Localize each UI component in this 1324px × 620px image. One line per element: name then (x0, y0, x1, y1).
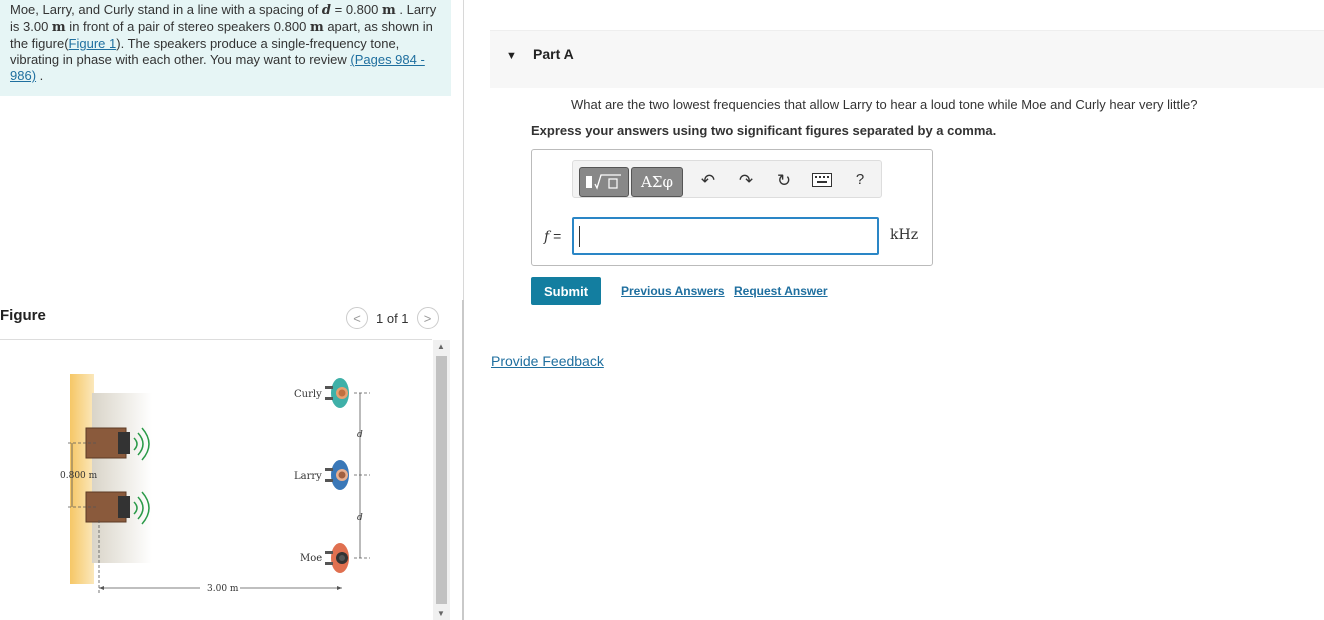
undo-icon[interactable]: ↶ (697, 171, 719, 191)
problem-text: in front of a pair of stereo speakers 0.… (65, 19, 310, 34)
divider (0, 339, 432, 340)
question-text: What are the two lowest frequencies that… (571, 97, 1198, 112)
next-figure-button[interactable]: > (416, 307, 439, 329)
var-d: d (321, 3, 332, 18)
moe-figure (325, 543, 349, 573)
figure-pager: < 1 of 1 > (346, 307, 439, 329)
help-icon[interactable]: ? (849, 171, 871, 188)
answer-variable-label: f = (544, 228, 561, 245)
chevron-left-icon: < (353, 310, 361, 326)
curly-figure (325, 378, 349, 408)
collapse-triangle-icon[interactable]: ▼ (506, 50, 517, 62)
reset-icon[interactable]: ↻ (773, 171, 795, 191)
larry-label: Larry (294, 471, 322, 482)
scroll-down-icon[interactable]: ▼ (437, 609, 445, 618)
greek-symbols-button[interactable]: ΑΣφ (631, 167, 683, 197)
keyboard-icon[interactable] (811, 172, 833, 192)
equals-sign: = (553, 228, 562, 244)
math-templates-button[interactable] (579, 167, 629, 197)
d-label-top: d (357, 430, 363, 440)
curly-label: Curly (294, 389, 322, 400)
figure-link[interactable]: Figure 1 (69, 36, 117, 51)
floor (92, 393, 152, 563)
variable-f: f (544, 229, 550, 245)
unit-m: m (51, 20, 66, 35)
figure-page-count: 1 of 1 (376, 310, 409, 326)
unit-m: m (309, 20, 324, 35)
scroll-thumb[interactable] (436, 356, 447, 604)
submit-button[interactable]: Submit (531, 277, 601, 305)
math-toolbar: ΑΣφ ↶ ↷ ↻ ? (572, 160, 882, 198)
provide-feedback-link[interactable]: Provide Feedback (491, 353, 604, 369)
problem-statement: Moe, Larry, and Curly stand in a line wi… (0, 0, 451, 96)
chevron-right-icon: > (423, 310, 432, 326)
previous-answers-link[interactable]: Previous Answers (621, 284, 725, 298)
figure-image: 0.800 m 3.00 m d d Curly Larry Moe (40, 360, 370, 605)
text-caret (579, 226, 580, 247)
left-panel: Moe, Larry, and Curly stand in a line wi… (0, 0, 462, 620)
prev-figure-button[interactable]: < (346, 307, 368, 329)
unit-m: m (381, 3, 396, 18)
request-answer-link[interactable]: Request Answer (734, 284, 828, 298)
moe-label: Moe (300, 553, 322, 564)
radical-template-icon (586, 174, 621, 190)
speaker-spacing-label: 0.800 m (60, 471, 98, 481)
speaker-diagram: 0.800 m 3.00 m d d Curly Larry Moe (60, 374, 370, 594)
problem-text: = 0.800 (331, 2, 382, 17)
panel-resize-handle[interactable] (462, 300, 464, 620)
distance-label: 3.00 m (207, 584, 239, 594)
figure-title: Figure (0, 307, 46, 324)
larry-figure (325, 460, 349, 490)
figure-scrollbar[interactable]: ▲ ▼ (433, 340, 450, 620)
problem-text: . (36, 68, 44, 83)
problem-text: Moe, Larry, and Curly stand in a line wi… (10, 2, 322, 17)
redo-icon[interactable]: ↷ (735, 171, 757, 191)
part-title: Part A (533, 46, 574, 62)
instruction-text: Express your answers using two significa… (531, 123, 997, 138)
answer-box: ΑΣφ ↶ ↷ ↻ ? f = kHz (531, 149, 933, 266)
d-label-bottom: d (357, 513, 363, 523)
unit-label: kHz (890, 227, 919, 243)
scroll-up-icon[interactable]: ▲ (437, 342, 445, 351)
part-a-header[interactable]: ▼ Part A (490, 30, 1324, 88)
frequency-answer-input[interactable] (572, 217, 879, 255)
